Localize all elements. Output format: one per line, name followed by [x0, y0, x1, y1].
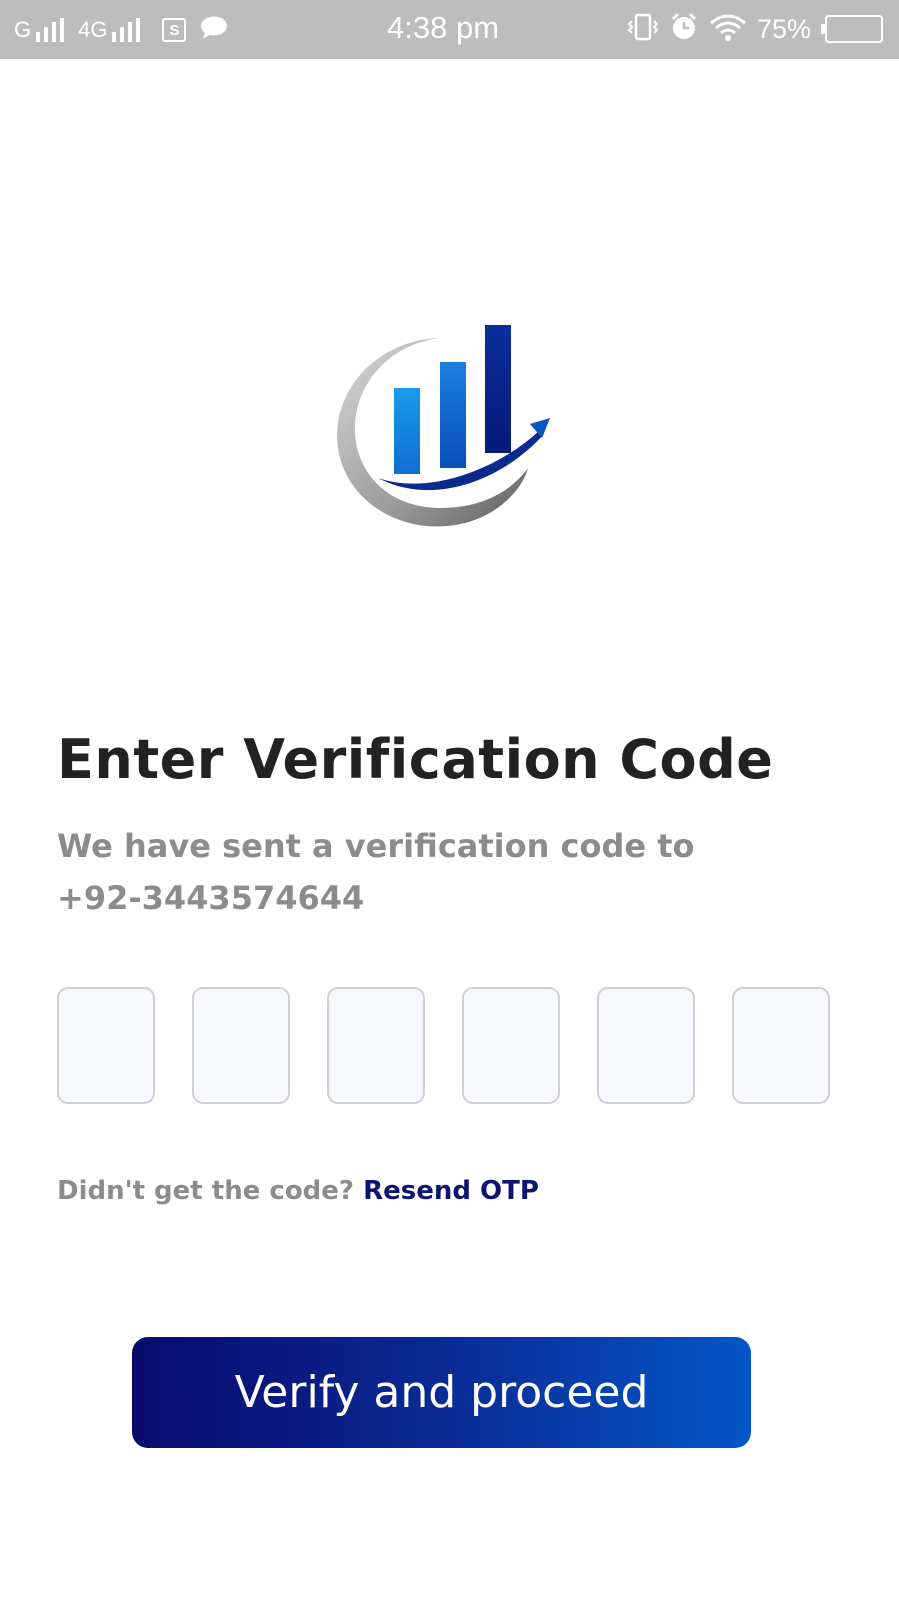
bar-chart-growth-logo — [337, 325, 550, 527]
resend-otp-link[interactable]: Resend OTP — [363, 1176, 539, 1206]
resend-row: Didn't get the code? Resend OTP — [57, 1176, 539, 1206]
chat-bubble-icon — [200, 16, 228, 44]
page-title: Enter Verification Code — [57, 728, 774, 791]
subtitle-text: We have sent a verification code to — [57, 827, 695, 865]
status-right: 75% — [627, 12, 883, 46]
sim-card-icon: S — [162, 18, 187, 42]
otp-digit-5[interactable] — [597, 987, 695, 1104]
alarm-icon — [669, 12, 699, 46]
vibrate-icon — [627, 12, 659, 46]
phone-number: +92-3443574644 — [57, 879, 365, 917]
battery-percent: 75% — [756, 13, 811, 44]
otp-digit-3[interactable] — [327, 987, 425, 1104]
verification-info: We have sent a verification code to +92-… — [57, 820, 695, 924]
status-bar: G 4G S 4:38 pm 75% — [0, 0, 899, 59]
status-left: G 4G S — [14, 14, 228, 46]
otp-digit-1[interactable] — [57, 987, 155, 1104]
resend-prompt: Didn't get the code? — [57, 1176, 355, 1206]
network-type-1: G — [14, 17, 32, 42]
signal-icon — [112, 18, 141, 42]
otp-input-group — [57, 987, 830, 1104]
otp-digit-6[interactable] — [732, 987, 830, 1104]
signal-icon — [36, 18, 65, 42]
wifi-icon — [709, 12, 747, 46]
clock: 4:38 pm — [387, 10, 500, 45]
verify-and-proceed-button[interactable]: Verify and proceed — [132, 1337, 751, 1448]
otp-digit-2[interactable] — [192, 987, 290, 1104]
otp-digit-4[interactable] — [462, 987, 560, 1104]
battery-icon — [821, 15, 883, 43]
network-type-2: 4G — [78, 17, 108, 42]
